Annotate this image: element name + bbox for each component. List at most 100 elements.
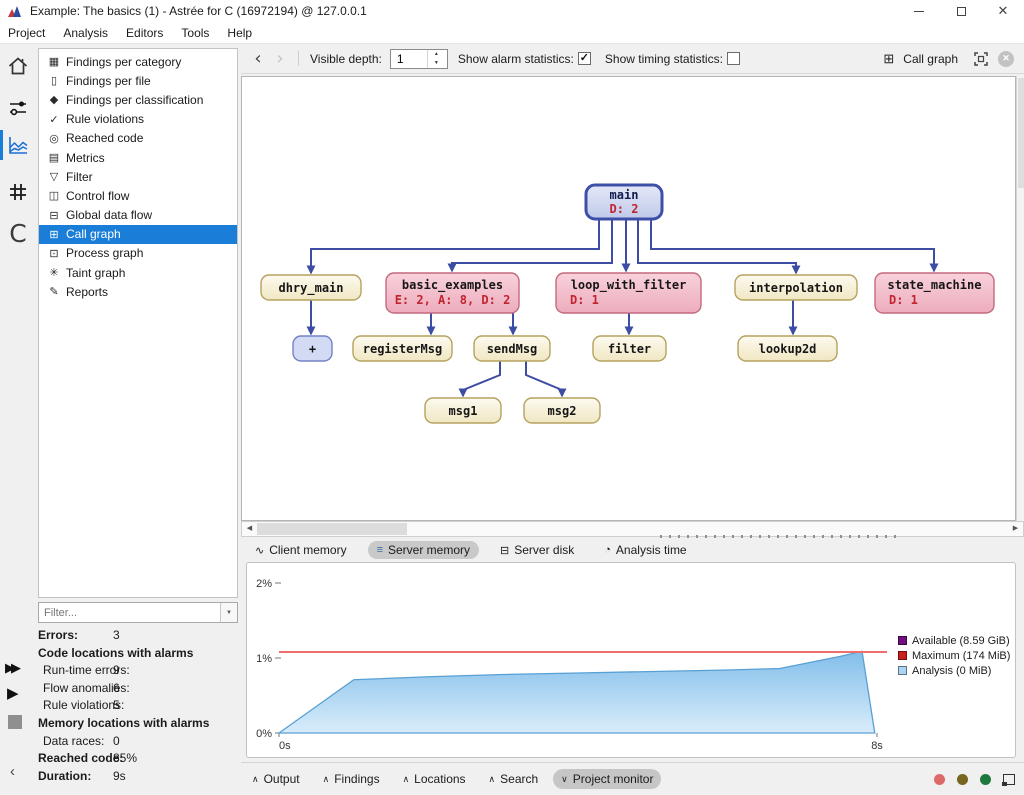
graph-node-dhry_main[interactable]: dhry_main	[261, 275, 361, 300]
svg-text:1%: 1%	[256, 653, 272, 665]
menu-help[interactable]: Help	[218, 26, 261, 40]
panel-toggle-search[interactable]: ∧Search	[481, 769, 547, 789]
vscroll-thumb[interactable]	[1018, 78, 1024, 188]
svg-text:2%: 2%	[256, 578, 272, 590]
monitor-tab-analysis-time[interactable]: ◔Analysis time	[595, 541, 695, 559]
graph-node-plus[interactable]: +	[293, 336, 332, 361]
panel-toggle-project-monitor[interactable]: ∨Project monitor	[553, 769, 661, 789]
svg-text:D: 1: D: 1	[570, 293, 599, 307]
scroll-left-button[interactable]: ◀	[242, 522, 257, 536]
collapse-sidebar-button[interactable]: ‹	[10, 763, 15, 780]
graph-node-main[interactable]: mainD: 2	[586, 185, 662, 219]
detach-window-button[interactable]	[1003, 774, 1015, 785]
sidebar-item-global-data-flow[interactable]: ⊟Global data flow	[39, 206, 237, 225]
timing-statistics-checkbox[interactable]	[727, 52, 740, 65]
menu-project[interactable]: Project	[8, 26, 54, 40]
graph-node-state_machine[interactable]: state_machineD: 1	[875, 273, 994, 313]
splitter-handle[interactable]	[660, 535, 898, 538]
svg-text:msg2: msg2	[548, 404, 577, 418]
sidebar-item-control-flow[interactable]: ◫Control flow	[39, 186, 237, 205]
hscroll-thumb[interactable]	[257, 523, 407, 535]
graph-node-sendMsg[interactable]: sendMsg	[474, 336, 550, 361]
svg-text:lookup2d: lookup2d	[759, 342, 817, 356]
view-title: Call graph	[903, 52, 958, 66]
sidebar-item-metrics[interactable]: ▤ Metrics	[39, 148, 237, 167]
scroll-right-button[interactable]: ▶	[1008, 522, 1023, 536]
editor-grid-button[interactable]	[0, 176, 36, 208]
sidebar-item-filter[interactable]: ▽Filter	[39, 167, 237, 186]
menu-analysis[interactable]: Analysis	[54, 26, 117, 40]
forward-button[interactable]: ›	[269, 48, 291, 69]
sidebar-item-rule-violations[interactable]: ✓Rule violations	[39, 110, 237, 129]
graph-node-msg1[interactable]: msg1	[425, 398, 501, 423]
filter-dropdown-button[interactable]: ▼	[220, 603, 237, 622]
sidebar-item-label: Findings per file	[66, 74, 151, 88]
fit-to-window-button[interactable]	[973, 51, 989, 67]
sidebar-item-findings-per-classification[interactable]: ◆Findings per classification	[39, 90, 237, 109]
stat-value: 6	[113, 681, 120, 695]
graph-node-registerMsg[interactable]: registerMsg	[353, 336, 452, 361]
graph-node-msg2[interactable]: msg2	[524, 398, 600, 423]
spin-up-button[interactable]: ▲	[428, 50, 445, 59]
project-monitor-chart: 0%1%2%0s8s Available (8.59 GiB)Maximum (…	[246, 562, 1016, 758]
graph-node-lookup2d[interactable]: lookup2d	[738, 336, 837, 361]
status-olive-indicator	[957, 774, 968, 785]
home-button[interactable]	[0, 50, 36, 82]
edge-main-to-interpolation	[638, 219, 796, 273]
analysis-wizard-button[interactable]	[0, 92, 36, 124]
findings-file-icon: ▯	[46, 74, 62, 87]
svg-text:interpolation: interpolation	[749, 281, 843, 295]
call-graph-canvas[interactable]: mainD: 2 dhry_main basic_examplesE: 2, A: …	[241, 76, 1016, 521]
metrics-icon: ▤	[46, 151, 62, 164]
menu-tools[interactable]: Tools	[172, 26, 218, 40]
spin-down-button[interactable]: ▼	[428, 59, 445, 68]
minimize-button[interactable]	[898, 0, 940, 22]
titlebar[interactable]: Example: The basics (1) - Astrée for C (…	[0, 0, 1024, 22]
stat-label: Data races:	[43, 734, 104, 748]
sidebar-item-taint-graph[interactable]: ✳Taint graph	[39, 263, 237, 282]
graph-node-basic_examples[interactable]: basic_examplesE: 2, A: 8, D: 2	[386, 273, 519, 313]
graph-node-loop_with_filter[interactable]: loop_with_filterD: 1	[556, 273, 701, 313]
back-button[interactable]: ‹	[247, 48, 269, 69]
graph-node-filter[interactable]: filter	[593, 336, 666, 361]
svg-text:main: main	[610, 188, 639, 202]
series-analysis-area	[279, 651, 875, 733]
visible-depth-input[interactable]	[391, 50, 427, 68]
graph-vertical-scrollbar[interactable]	[1016, 76, 1024, 521]
sidebar-item-reached-code[interactable]: ◎Reached code	[39, 129, 237, 148]
sidebar-item-label: Metrics	[66, 151, 105, 165]
sliders-icon	[6, 96, 30, 120]
window-controls: ✕	[898, 0, 1024, 22]
svg-text:basic_examples: basic_examples	[402, 278, 503, 293]
svg-text:C: C	[9, 220, 26, 248]
play-icon[interactable]: ▶	[7, 684, 19, 702]
filter-input[interactable]	[39, 603, 220, 622]
graph-horizontal-scrollbar[interactable]: ◀ ▶	[241, 521, 1024, 537]
sidebar-item-process-graph[interactable]: ⊡Process graph	[39, 244, 237, 263]
alarm-statistics-checkbox[interactable]: ✓	[578, 52, 591, 65]
maximize-button[interactable]	[940, 0, 982, 22]
monitor-tab-client-memory[interactable]: ∿Client memory	[246, 541, 356, 559]
charts-button[interactable]	[0, 129, 36, 161]
sidebar-item-findings-per-file[interactable]: ▯ Findings per file	[39, 71, 237, 90]
panel-toggle-locations[interactable]: ∧Locations	[395, 769, 474, 789]
sidebar-item-call-graph[interactable]: ⊞Call graph	[39, 225, 237, 244]
stop-icon[interactable]	[8, 715, 22, 729]
graph-node-interpolation[interactable]: interpolation	[735, 275, 857, 300]
chevron-down-icon: ∨	[561, 774, 568, 785]
panel-toggle-output[interactable]: ∧Output	[244, 769, 308, 789]
stat-value: 0	[113, 734, 120, 748]
panel-toggle-findings[interactable]: ∧Findings	[315, 769, 388, 789]
c-code-button[interactable]: C	[0, 218, 36, 250]
sidebar-item-reports[interactable]: ✎Reports	[39, 282, 237, 301]
sidebar-item-findings-per-category[interactable]: ▦Findings per category	[39, 52, 237, 71]
monitor-tab-server-disk[interactable]: ⊟Server disk	[491, 541, 583, 559]
menu-editors[interactable]: Editors	[117, 26, 172, 40]
legend-label: Analysis (0 MiB)	[912, 665, 991, 677]
edge-sendMsg-to-msg2	[526, 361, 562, 396]
client-memory-icon: ∿	[255, 544, 264, 557]
monitor-tab-server-memory[interactable]: ≡Server memory	[368, 541, 479, 559]
fast-forward-icon[interactable]: ▶▶	[5, 660, 17, 676]
close-view-button[interactable]: ✕	[998, 51, 1014, 67]
close-button[interactable]: ✕	[982, 0, 1024, 22]
